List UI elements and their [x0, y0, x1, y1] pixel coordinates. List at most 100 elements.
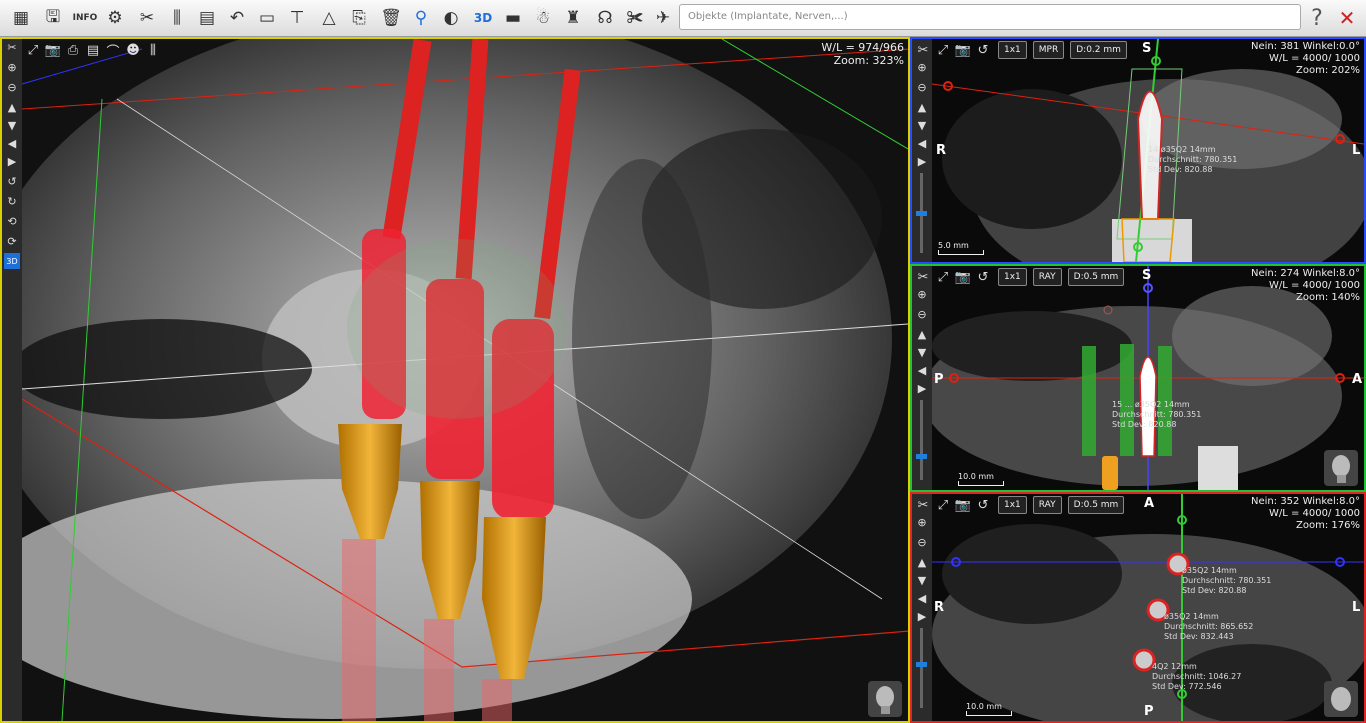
rotate-cw-icon[interactable]: ↻ — [4, 193, 20, 209]
export-icon[interactable]: ⎘ — [346, 4, 372, 32]
camera-icon[interactable]: 📷 — [44, 41, 62, 59]
head-orientation-icon[interactable] — [1324, 681, 1358, 717]
tools-icon[interactable]: ✂ — [914, 268, 932, 286]
scale-bar: 10.0 mm — [966, 702, 1012, 716]
thickness-button[interactable]: D:0.5 mm — [1067, 496, 1125, 514]
fullscreen-icon[interactable]: ⤢ — [934, 496, 952, 514]
zoom-in-icon[interactable]: ⊕ — [914, 286, 930, 302]
undo-icon[interactable]: ↶ — [224, 4, 250, 32]
report-icon[interactable]: ▤ — [84, 41, 102, 59]
fullscreen-icon[interactable]: ⤢ — [934, 268, 952, 286]
zoom-1x1-button[interactable]: 1x1 — [998, 41, 1027, 59]
view3d-icon[interactable]: 3D — [4, 253, 20, 269]
arrow-left-icon[interactable]: ◀ — [914, 590, 930, 606]
rotate-ccw-icon[interactable]: ↺ — [4, 173, 20, 189]
arrow-left-icon[interactable]: ◀ — [914, 362, 930, 378]
slice-slider-thumb[interactable] — [916, 211, 927, 216]
zoom-out-icon[interactable]: ⊖ — [4, 79, 20, 95]
zoom-in-icon[interactable]: ⊕ — [914, 59, 930, 75]
thickness-button[interactable]: D:0.5 mm — [1067, 268, 1125, 286]
zoom-out-icon[interactable]: ⊖ — [914, 306, 930, 322]
tools-icon[interactable]: ✂ — [914, 41, 932, 59]
head-icon[interactable]: ☻ — [124, 41, 142, 59]
arrow-down-icon[interactable]: ▼ — [914, 344, 930, 360]
arrow-up-icon[interactable]: ▲ — [4, 99, 20, 115]
arrow-left-icon[interactable]: ◀ — [914, 135, 930, 151]
save-icon[interactable]: 🖫 — [40, 4, 66, 32]
rotate-right-icon[interactable]: ⟳ — [4, 233, 20, 249]
arrow-down-icon[interactable]: ▼ — [914, 572, 930, 588]
view-3d-panel[interactable]: ✂ ⊕ ⊖ ▲ ▼ ◀ ▶ ↺ ↻ ⟲ ⟳ 3D ⤢ 📷 ⎙ ▤ ⌒ ☻ ⫼ W… — [0, 37, 910, 723]
print-icon[interactable]: ⎙ — [64, 41, 82, 59]
ray-view-axial-sidebar: ⊕ ⊖ ▲ ▼ ◀ ▶ — [912, 494, 932, 721]
arrow-right-icon[interactable]: ▶ — [914, 608, 930, 624]
arrow-left-icon[interactable]: ◀ — [4, 135, 20, 151]
sleeve-icon[interactable]: ▬ — [500, 4, 526, 32]
help-button[interactable]: ? — [1304, 4, 1330, 32]
report-icon[interactable]: ▤ — [194, 4, 220, 32]
fullscreen-icon[interactable]: ⤢ — [24, 41, 42, 59]
slice-slider-thumb[interactable] — [916, 662, 927, 667]
measure-icon[interactable]: △ — [316, 4, 342, 32]
crown-icon[interactable]: ♜ — [560, 4, 586, 32]
tools-icon[interactable]: ✂ — [4, 39, 20, 55]
arrow-down-icon[interactable]: ▼ — [914, 117, 930, 133]
orientation-left-label: R — [936, 143, 947, 158]
object-search-input[interactable]: Objekte (Implantate, Nerven,...) — [679, 4, 1301, 30]
mode-button[interactable]: RAY — [1032, 268, 1062, 286]
rotate-left-icon[interactable]: ⟲ — [4, 213, 20, 229]
bone-icon[interactable]: ☃ — [530, 4, 556, 32]
scale-line — [938, 250, 984, 255]
arrow-up-icon[interactable]: ▲ — [914, 554, 930, 570]
head-orientation-icon[interactable] — [1324, 450, 1358, 486]
fullscreen-icon[interactable]: ⤢ — [934, 41, 952, 59]
display-icon[interactable]: ⊤ — [284, 4, 310, 32]
camera-icon[interactable]: 📷 — [954, 268, 972, 286]
reset-icon[interactable]: ↺ — [974, 41, 992, 59]
ray-view-axial-panel[interactable]: ⊕ ⊖ ▲ ▼ ◀ ▶ ✂ ⤢ 📷 ↺ 1x1 RAY D:0.5 mm Nei… — [910, 492, 1366, 723]
arrow-up-icon[interactable]: ▲ — [914, 99, 930, 115]
contrast-icon[interactable]: ◐ — [438, 4, 464, 32]
settings-icon[interactable]: ⚙ — [102, 4, 128, 32]
zoom-out-icon[interactable]: ⊖ — [914, 534, 930, 550]
close-button[interactable]: ✕ — [1334, 4, 1360, 32]
arrow-right-icon[interactable]: ▶ — [914, 153, 930, 169]
cut-icon[interactable]: ✀ — [622, 4, 648, 32]
reset-icon[interactable]: ↺ — [974, 496, 992, 514]
arrow-right-icon[interactable]: ▶ — [4, 153, 20, 169]
mpr-view-panel[interactable]: ⊕ ⊖ ▲ ▼ ◀ ▶ ✂ ⤢ 📷 ↺ 1x1 MPR D:0.2 mm Nei… — [910, 37, 1366, 264]
curve-icon[interactable]: ⌒ — [104, 41, 122, 60]
implant-icon[interactable]: ⫼ — [144, 41, 162, 59]
thickness-button[interactable]: D:0.2 mm — [1070, 41, 1127, 59]
mode-button[interactable]: MPR — [1032, 41, 1065, 59]
camera-icon[interactable]: 📷 — [954, 41, 972, 59]
delete-icon[interactable]: 🗑 — [378, 4, 404, 32]
arrow-down-icon[interactable]: ▼ — [4, 117, 20, 133]
scale-line — [966, 711, 1012, 716]
zoom-in-icon[interactable]: ⊕ — [4, 59, 20, 75]
tools-icon[interactable]: ✂ — [134, 4, 160, 32]
head-orientation-icon[interactable] — [868, 681, 902, 717]
axis-icon[interactable]: ⚲ — [408, 4, 434, 32]
slice-slider-track[interactable] — [920, 628, 923, 708]
reset-icon[interactable]: ↺ — [974, 268, 992, 286]
view3d-icon[interactable]: 3D — [470, 4, 496, 32]
ray-view-sagittal-panel[interactable]: ⊕ ⊖ ▲ ▼ ◀ ▶ ✂ ⤢ 📷 ↺ 1x1 RAY D:0.5 mm Nei… — [910, 264, 1366, 492]
zoom-1x1-button[interactable]: 1x1 — [998, 268, 1027, 286]
mode-button[interactable]: RAY — [1032, 496, 1062, 514]
tools-icon[interactable]: ✂ — [914, 496, 932, 514]
arrow-up-icon[interactable]: ▲ — [914, 326, 930, 342]
slice-slider-thumb[interactable] — [916, 454, 927, 459]
slice-slider-track[interactable] — [920, 400, 923, 480]
arrow-right-icon[interactable]: ▶ — [914, 380, 930, 396]
nerve-icon[interactable]: ☊ — [592, 4, 618, 32]
plane-icon[interactable]: ✈ — [650, 4, 676, 32]
camera-icon[interactable]: 📷 — [954, 496, 972, 514]
zoom-out-icon[interactable]: ⊖ — [914, 79, 930, 95]
panorama-icon[interactable]: ▭ — [254, 4, 280, 32]
implant-icon[interactable]: ⫼ — [164, 4, 190, 32]
info-icon[interactable]: INFO — [72, 4, 98, 32]
zoom-in-icon[interactable]: ⊕ — [914, 514, 930, 530]
layout-icon[interactable]: ▦ — [8, 4, 34, 32]
zoom-1x1-button[interactable]: 1x1 — [998, 496, 1027, 514]
